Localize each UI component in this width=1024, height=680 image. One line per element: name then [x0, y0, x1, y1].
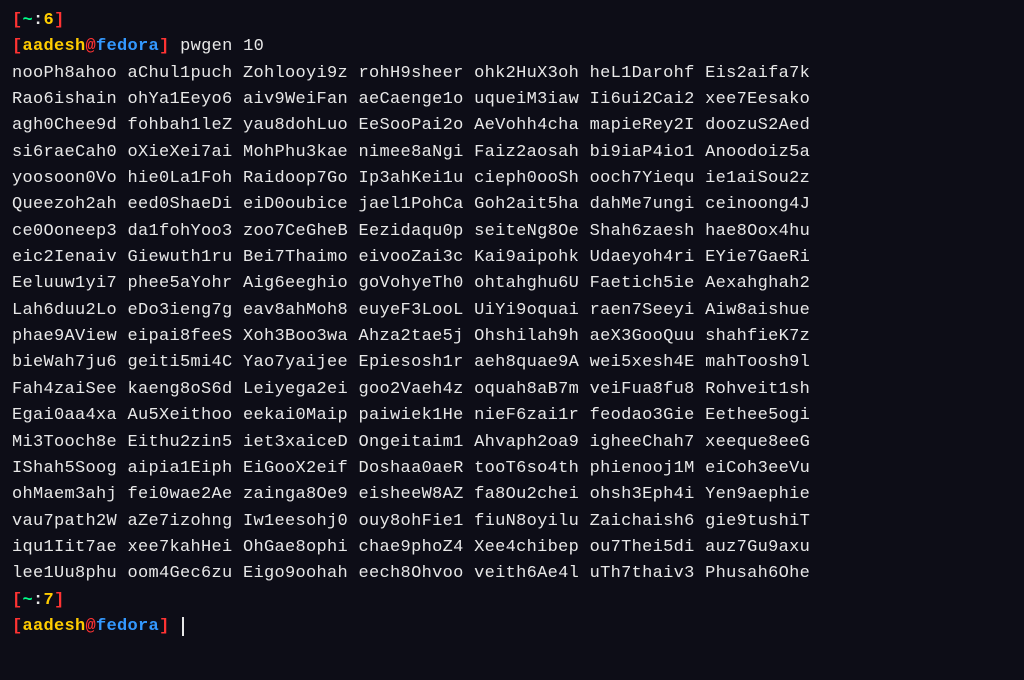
output-block: nooPh8ahoo aChul1puch Zohlooyi9z rohH9sh… [12, 61, 1012, 588]
output-row: Queezoh2ah eed0ShaeDi eiD0oubice jael1Po… [12, 192, 1012, 218]
output-row: iqu1Iit7ae xee7kahHei OhGae8ophi chae9ph… [12, 535, 1012, 561]
output-row: eic2Ienaiv Giewuth1ru Bei7Thaimo eivooZa… [12, 245, 1012, 271]
output-row: IShah5Soog aipia1Eiph EiGooX2eif Doshaa0… [12, 456, 1012, 482]
output-row: Mi3Tooch8e Eithu2zin5 iet3xaiceD Ongeita… [12, 430, 1012, 456]
output-row: vau7path2W aZe7izohng Iw1eesohj0 ouy8ohF… [12, 509, 1012, 535]
output-row: Eeluuw1yi7 phee5aYohr Aig6eeghio goVohye… [12, 271, 1012, 297]
output-row: phae9AView eipai8feeS Xoh3Boo3wa Ahza2ta… [12, 324, 1012, 350]
output-row: nooPh8ahoo aChul1puch Zohlooyi9z rohH9sh… [12, 61, 1012, 87]
prompt-line-path: [~:7] [12, 588, 1012, 614]
output-row: Fah4zaiSee kaeng8oS6d Leiyega2ei goo2Vae… [12, 377, 1012, 403]
output-row: Egai0aa4xa Au5Xeithoo eekai0Maip paiwiek… [12, 403, 1012, 429]
prompt-line-current[interactable]: [aadesh@fedora] [12, 614, 1012, 640]
output-row: bieWah7ju6 geiti5mi4C Yao7yaijee Epiesos… [12, 350, 1012, 376]
output-row: ce0Ooneep3 da1fohYoo3 zoo7CeGheB Eezidaq… [12, 219, 1012, 245]
output-row: yoosoon0Vo hie0La1Foh Raidoop7Go Ip3ahKe… [12, 166, 1012, 192]
output-row: Rao6ishain ohYa1Eeyo6 aiv9WeiFan aeCaeng… [12, 87, 1012, 113]
output-row: agh0Chee9d fohbah1leZ yau8dohLuo EeSooPa… [12, 113, 1012, 139]
output-row: si6raeCah0 oXieXei7ai MohPhu3kae nimee8a… [12, 140, 1012, 166]
cursor [182, 617, 184, 636]
command-text: pwgen 10 [180, 37, 264, 56]
prompt-line-command[interactable]: [aadesh@fedora] pwgen 10 [12, 34, 1012, 60]
output-row: lee1Uu8phu oom4Gec6zu Eigo9oohah eech8Oh… [12, 561, 1012, 587]
prompt-line-path: [~:6] [12, 8, 1012, 34]
output-row: Lah6duu2Lo eDo3ieng7g eav8ahMoh8 euyeF3L… [12, 298, 1012, 324]
output-row: ohMaem3ahj fei0wae2Ae zainga8Oe9 eisheeW… [12, 482, 1012, 508]
